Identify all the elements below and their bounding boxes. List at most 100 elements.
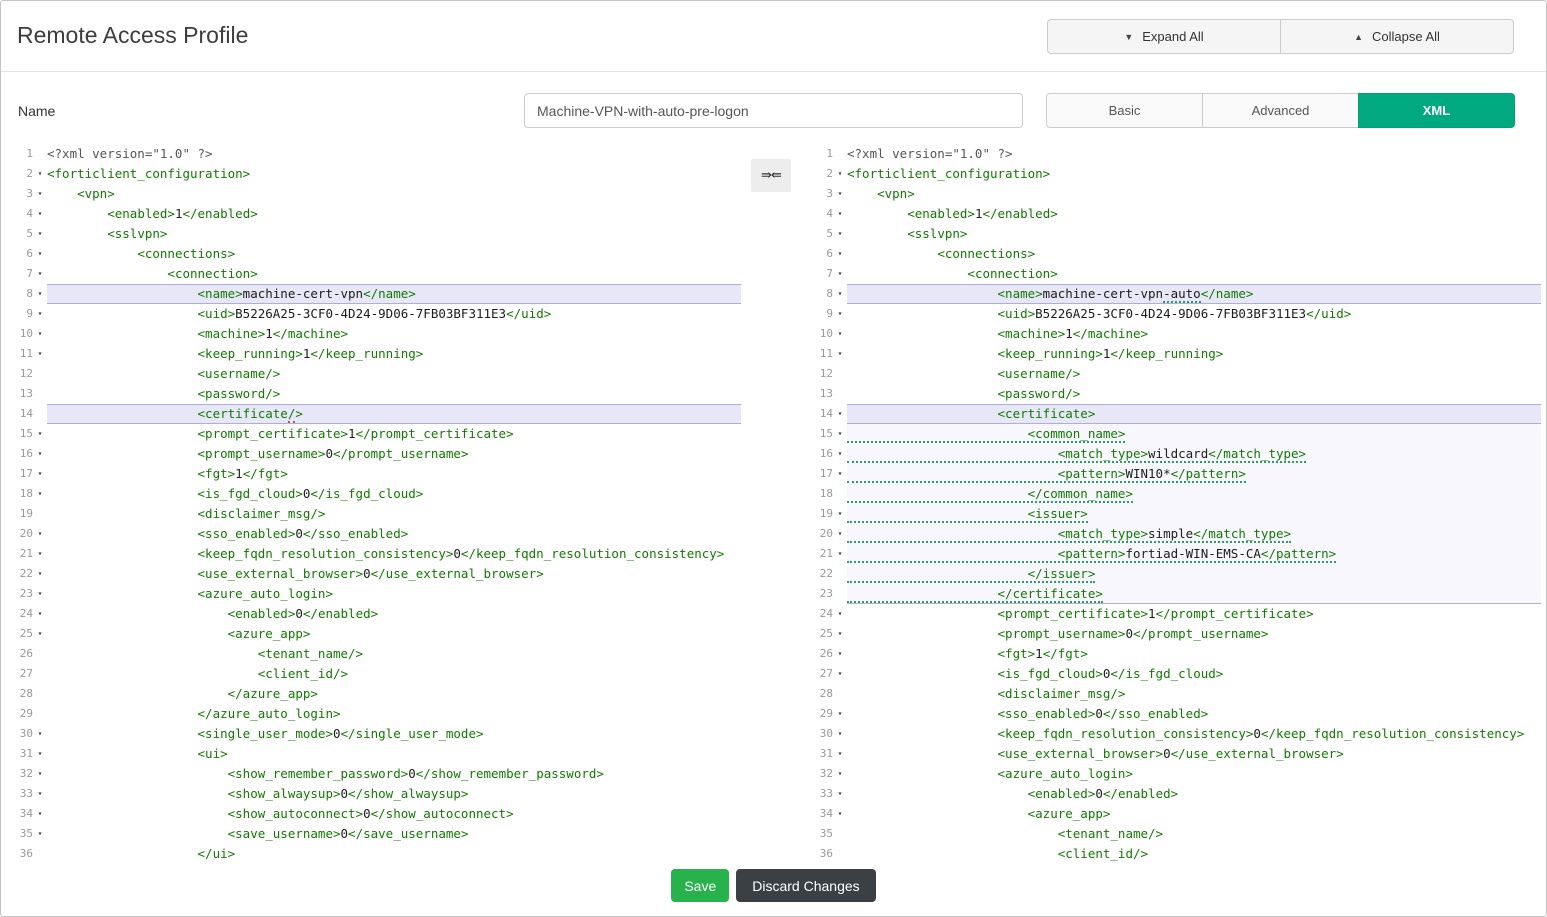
code-line[interactable]: 28 <disclaimer_msg/> [809, 684, 1541, 704]
code-line[interactable]: 4▾ <enabled>1</enabled> [9, 204, 741, 224]
code-line[interactable]: 27 <client_id/> [9, 664, 741, 684]
code-line[interactable]: 16▾ <prompt_username>0</prompt_username> [9, 444, 741, 464]
code-line[interactable]: 5▾ <sslvpn> [9, 224, 741, 244]
code-text[interactable]: <uid>B5226A25-3CF0-4D24-9D06-7FB03BF311E… [47, 304, 741, 324]
code-text[interactable]: <azure_auto_login> [847, 764, 1541, 784]
code-line[interactable]: 17▾ <fgt>1</fgt> [9, 464, 741, 484]
code-line[interactable]: 13 <password/> [809, 384, 1541, 404]
code-text[interactable]: <use_external_browser>0</use_external_br… [47, 564, 741, 584]
code-text[interactable]: <machine>1</machine> [47, 324, 741, 344]
code-text[interactable]: <keep_running>1</keep_running> [847, 344, 1541, 364]
code-text[interactable]: <fgt>1</fgt> [47, 464, 741, 484]
fold-toggle-icon[interactable]: ▾ [833, 424, 847, 444]
discard-changes-button[interactable]: Discard Changes [736, 869, 875, 902]
code-line[interactable]: 3▾ <vpn> [9, 184, 741, 204]
fold-toggle-icon[interactable]: ▾ [833, 284, 847, 304]
code-text[interactable]: <azure_auto_login> [47, 584, 741, 604]
code-line[interactable]: 31▾ <ui> [9, 744, 741, 764]
code-line[interactable]: 2▾<forticlient_configuration> [9, 164, 741, 184]
code-line[interactable]: 20▾ <sso_enabled>0</sso_enabled> [9, 524, 741, 544]
fold-toggle-icon[interactable]: ▾ [33, 204, 47, 224]
fold-toggle-icon[interactable]: ▾ [33, 724, 47, 744]
code-text[interactable]: <certificate/> [47, 404, 741, 424]
fold-toggle-icon[interactable]: ▾ [833, 784, 847, 804]
code-text[interactable]: <client_id/> [847, 844, 1541, 863]
code-line[interactable]: 4▾ <enabled>1</enabled> [809, 204, 1541, 224]
code-line[interactable]: 29▾ <sso_enabled>0</sso_enabled> [809, 704, 1541, 724]
code-text[interactable]: <single_user_mode>0</single_user_mode> [47, 724, 741, 744]
fold-toggle-icon[interactable]: ▾ [833, 224, 847, 244]
fold-toggle-icon[interactable]: ▾ [833, 324, 847, 344]
fold-toggle-icon[interactable]: ▾ [833, 644, 847, 664]
code-text[interactable]: <enabled>1</enabled> [47, 204, 741, 224]
code-line[interactable]: 14 <certificate/> [9, 404, 741, 424]
code-text[interactable]: <enabled>1</enabled> [847, 204, 1541, 224]
fold-toggle-icon[interactable]: ▾ [833, 664, 847, 684]
code-line[interactable]: 12 <username/> [9, 364, 741, 384]
code-text[interactable]: </issuer> [847, 564, 1541, 584]
code-text[interactable]: <azure_app> [847, 804, 1541, 824]
code-text[interactable]: <?xml version="1.0" ?> [847, 144, 1541, 164]
code-text[interactable]: <fgt>1</fgt> [847, 644, 1541, 664]
code-text[interactable]: <password/> [847, 384, 1541, 404]
code-line[interactable]: 11▾ <keep_running>1</keep_running> [809, 344, 1541, 364]
code-text[interactable]: <sso_enabled>0</sso_enabled> [847, 704, 1541, 724]
code-text[interactable]: <sslvpn> [847, 224, 1541, 244]
code-text[interactable]: <vpn> [847, 184, 1541, 204]
code-text[interactable]: <vpn> [47, 184, 741, 204]
fold-toggle-icon[interactable]: ▾ [833, 344, 847, 364]
code-line[interactable]: 24▾ <prompt_certificate>1</prompt_certif… [809, 604, 1541, 624]
fold-toggle-icon[interactable]: ▾ [833, 544, 847, 564]
tab-basic[interactable]: Basic [1046, 93, 1203, 128]
code-text[interactable]: <tenant_name/> [47, 644, 741, 664]
code-text[interactable]: <disclaimer_msg/> [47, 504, 741, 524]
code-line[interactable]: 3▾ <vpn> [809, 184, 1541, 204]
code-text[interactable]: <connection> [847, 264, 1541, 284]
code-line[interactable]: 32▾ <azure_auto_login> [809, 764, 1541, 784]
fold-toggle-icon[interactable]: ▾ [833, 724, 847, 744]
code-line[interactable]: 27▾ <is_fgd_cloud>0</is_fgd_cloud> [809, 664, 1541, 684]
code-text[interactable]: <forticlient_configuration> [47, 164, 741, 184]
code-line[interactable]: 18▾ <is_fgd_cloud>0</is_fgd_cloud> [9, 484, 741, 504]
expand-all-button[interactable]: ▼ Expand All [1047, 19, 1281, 54]
code-text[interactable]: <name>machine-cert-vpn</name> [47, 284, 741, 304]
fold-toggle-icon[interactable]: ▾ [33, 544, 47, 564]
fold-toggle-icon[interactable]: ▾ [33, 444, 47, 464]
code-text[interactable]: <machine>1</machine> [847, 324, 1541, 344]
code-line[interactable]: 8▾ <name>machine-cert-vpn</name> [9, 284, 741, 304]
code-line[interactable]: 25▾ <azure_app> [9, 624, 741, 644]
code-line[interactable]: 7▾ <connection> [809, 264, 1541, 284]
fold-toggle-icon[interactable]: ▾ [33, 604, 47, 624]
code-line[interactable]: 6▾ <connections> [809, 244, 1541, 264]
fold-toggle-icon[interactable]: ▾ [33, 564, 47, 584]
code-line[interactable]: 13 <password/> [9, 384, 741, 404]
code-line[interactable]: 22 </issuer> [809, 564, 1541, 584]
code-line[interactable]: 33▾ <enabled>0</enabled> [809, 784, 1541, 804]
code-text[interactable]: <uid>B5226A25-3CF0-4D24-9D06-7FB03BF311E… [847, 304, 1541, 324]
code-text[interactable]: <prompt_username>0</prompt_username> [847, 624, 1541, 644]
fold-toggle-icon[interactable]: ▾ [833, 444, 847, 464]
code-text[interactable]: </azure_app> [47, 684, 741, 704]
code-text[interactable]: <match_type>simple</match_type> [847, 524, 1541, 544]
fold-toggle-icon[interactable]: ▾ [33, 424, 47, 444]
fold-toggle-icon[interactable]: ▾ [833, 624, 847, 644]
fold-toggle-icon[interactable]: ▾ [833, 604, 847, 624]
fold-toggle-icon[interactable]: ▾ [833, 744, 847, 764]
code-text[interactable]: <show_alwaysup>0</show_alwaysup> [47, 784, 741, 804]
code-line[interactable]: 24▾ <enabled>0</enabled> [9, 604, 741, 624]
code-line[interactable]: 31▾ <use_external_browser>0</use_externa… [809, 744, 1541, 764]
fold-toggle-icon[interactable]: ▾ [33, 784, 47, 804]
code-text[interactable]: <issuer> [847, 504, 1541, 524]
code-line[interactable]: 21▾ <keep_fqdn_resolution_consistency>0<… [9, 544, 741, 564]
fold-toggle-icon[interactable]: ▾ [833, 764, 847, 784]
code-line[interactable]: 15▾ <prompt_certificate>1</prompt_certif… [9, 424, 741, 444]
fold-toggle-icon[interactable]: ▾ [33, 224, 47, 244]
fold-toggle-icon[interactable]: ▾ [833, 184, 847, 204]
code-text[interactable]: <keep_running>1</keep_running> [47, 344, 741, 364]
code-text[interactable]: <name>machine-cert-vpn-auto</name> [847, 284, 1541, 304]
code-line[interactable]: 12 <username/> [809, 364, 1541, 384]
fold-toggle-icon[interactable]: ▾ [33, 324, 47, 344]
code-line[interactable]: 2▾<forticlient_configuration> [809, 164, 1541, 184]
code-line[interactable]: 35▾ <save_username>0</save_username> [9, 824, 741, 844]
profile-name-input[interactable] [524, 93, 1023, 128]
